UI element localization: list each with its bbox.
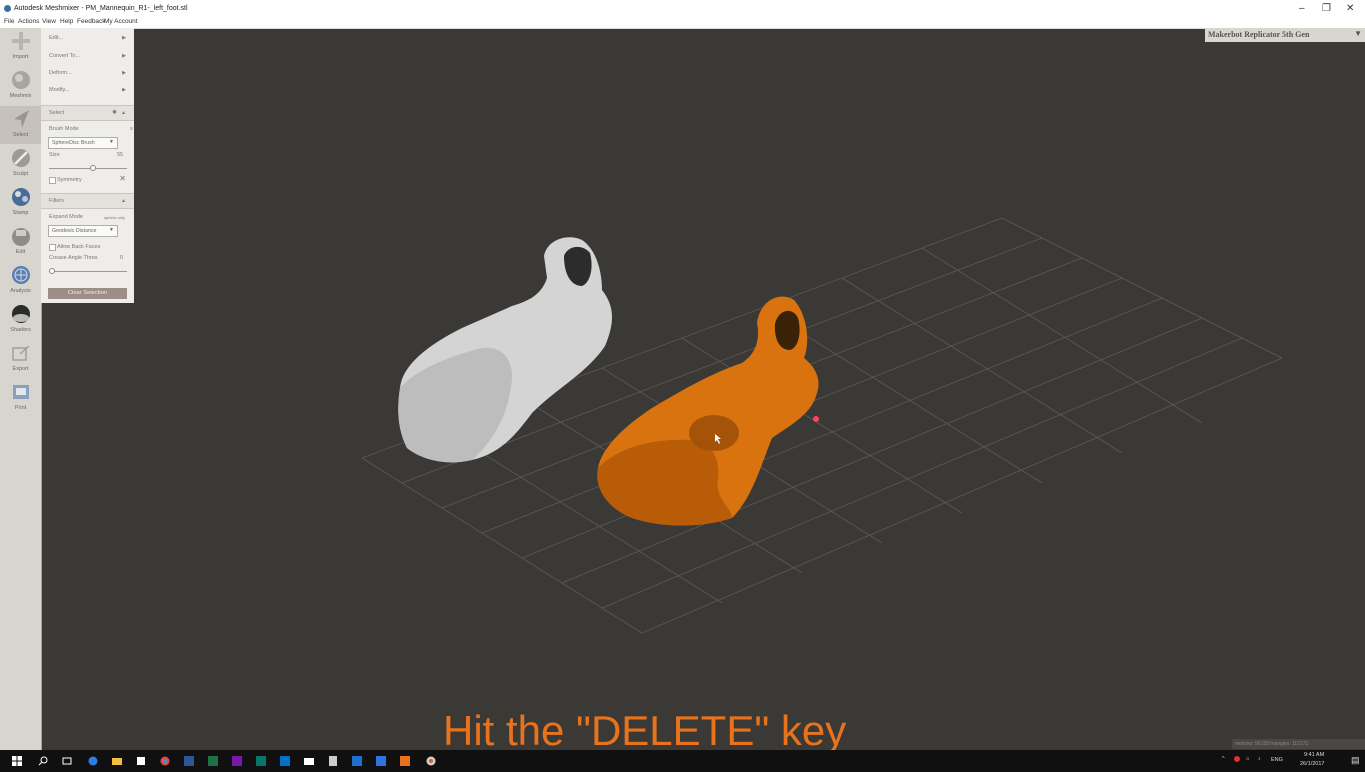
tool-label: Shaders <box>10 327 31 333</box>
tool-print[interactable]: Print <box>0 379 41 417</box>
mesh-stats-text: vertices: 56158 triangles: 112271 <box>1235 741 1309 747</box>
tool-edit[interactable]: Edit <box>0 223 41 261</box>
tray-time[interactable]: 9:41 AM <box>1304 752 1324 758</box>
tray-date[interactable]: 26/1/2017 <box>1300 761 1324 767</box>
edit-icon <box>12 228 30 246</box>
meshmixer-icon[interactable] <box>426 756 436 766</box>
mesh-stats-bar: vertices: 56158 triangles: 112271 <box>1232 739 1365 749</box>
tray-expand-icon[interactable]: ^ <box>1222 756 1225 762</box>
explorer-icon[interactable] <box>112 756 122 766</box>
notification-icon[interactable]: ▤ <box>1351 755 1360 766</box>
menu-file[interactable]: File <box>4 18 14 25</box>
window-title: Autodesk Meshmixer - PM_Mannequin_R1-_le… <box>14 5 188 12</box>
calculator-icon[interactable] <box>328 756 338 766</box>
tool-label: Meshmix <box>9 93 32 99</box>
publisher-icon[interactable] <box>256 756 266 766</box>
select-icon <box>14 110 29 128</box>
tool-label: Select <box>12 132 29 138</box>
export-icon <box>12 345 30 361</box>
tool-label: Analysis <box>10 288 31 294</box>
analysis-icon <box>12 266 30 284</box>
edge-icon[interactable] <box>88 756 98 766</box>
meshmixer-app-icon <box>4 5 11 12</box>
menu-actions[interactable]: Actions <box>18 18 39 25</box>
app-icon[interactable] <box>376 756 386 766</box>
tray-app-icon[interactable] <box>1234 756 1240 762</box>
import-icon <box>12 32 30 50</box>
tool-label: Export <box>12 366 29 372</box>
tray-language[interactable]: ENG <box>1271 757 1283 763</box>
store-icon[interactable] <box>136 756 146 766</box>
tool-label: Stamp <box>12 210 29 216</box>
tool-import[interactable]: Import <box>0 28 41 66</box>
tool-label: Import <box>12 54 29 60</box>
tool-export[interactable]: Export <box>0 340 41 378</box>
menu-help[interactable]: Help <box>60 18 73 25</box>
tool-meshmix[interactable]: Meshmix <box>0 67 41 105</box>
pivot-marker <box>813 416 819 422</box>
close-button[interactable]: ✕ <box>1346 3 1354 14</box>
excel-icon[interactable] <box>208 756 218 766</box>
brush-cursor <box>689 415 739 451</box>
tool-select[interactable]: Select <box>0 106 41 144</box>
tool-label: Print <box>14 405 27 411</box>
sculpt-icon <box>12 149 30 167</box>
system-tray: ^ ⌂ ♪ ENG 9:41 AM 26/1/2017 ▤ <box>1218 750 1365 772</box>
tool-label: Edit <box>15 249 26 255</box>
menu-feedback[interactable]: Feedback <box>77 18 106 25</box>
print-icon <box>13 385 29 399</box>
meshmix-icon <box>12 71 30 89</box>
tool-shaders[interactable]: Shaders <box>0 301 41 339</box>
main-toolbar: Import Meshmix Select Sculpt Stamp Edit … <box>0 28 42 750</box>
shaders-icon <box>12 305 30 323</box>
search-icon[interactable] <box>38 756 48 766</box>
white-foot-model <box>398 237 613 463</box>
orange-foot-model <box>597 296 819 526</box>
tool-stamp[interactable]: Stamp <box>0 184 41 222</box>
onenote-icon[interactable] <box>232 756 242 766</box>
3d-viewport[interactable] <box>42 28 1365 750</box>
task-view-icon[interactable] <box>62 756 72 766</box>
minimize-button[interactable]: – <box>1299 3 1305 14</box>
outlook-icon[interactable] <box>280 756 290 766</box>
tool-analysis[interactable]: Analysis <box>0 262 41 300</box>
chrome-icon[interactable] <box>160 756 170 766</box>
tutorial-caption: Hit the "DELETE" key <box>443 707 847 754</box>
app-icon[interactable] <box>352 756 362 766</box>
tray-network-icon[interactable]: ⌂ <box>1246 756 1249 762</box>
windows-taskbar: ^ ⌂ ♪ ENG 9:41 AM 26/1/2017 ▤ <box>0 750 1365 772</box>
tray-volume-icon[interactable]: ♪ <box>1258 756 1261 762</box>
windows-start-icon[interactable] <box>12 756 22 766</box>
menu-view[interactable]: View <box>42 18 56 25</box>
word-icon[interactable] <box>184 756 194 766</box>
app-icon[interactable] <box>400 756 410 766</box>
window-title-bar: Autodesk Meshmixer - PM_Mannequin_R1-_le… <box>0 0 1365 17</box>
stamp-icon <box>12 188 30 206</box>
tool-sculpt[interactable]: Sculpt <box>0 145 41 183</box>
restore-button[interactable]: ❐ <box>1322 3 1331 14</box>
menu-my-account[interactable]: My Account <box>104 18 138 25</box>
mail-icon[interactable] <box>304 756 314 766</box>
tool-label: Sculpt <box>12 171 29 177</box>
